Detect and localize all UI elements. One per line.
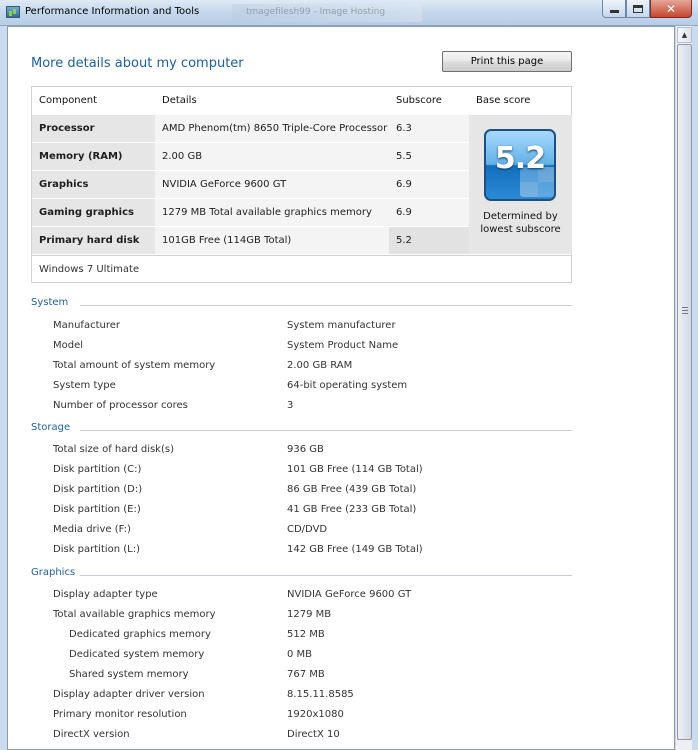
scroll-up-arrow-icon[interactable]: ▲ (677, 27, 692, 43)
property-value: CD/DVD (287, 524, 328, 535)
component-subscore: 6.3 (389, 115, 469, 142)
property-value: NVIDIA GeForce 9600 GT (287, 589, 412, 600)
property-label: Total available graphics memory (53, 609, 216, 620)
property-value: 86 GB Free (439 GB Total) (287, 484, 417, 495)
property-value: 1279 MB (287, 609, 332, 620)
property-label: Display adapter driver version (53, 689, 205, 700)
base-caption-line-1: Determined by (483, 211, 558, 222)
base-caption-line-2: lowest subscore (480, 224, 561, 235)
component-name: Gaming graphics (32, 199, 155, 226)
maximize-icon (633, 4, 643, 13)
column-header-component: Component (39, 95, 98, 106)
property-value: 767 MB (287, 669, 325, 680)
property-label: Total amount of system memory (53, 360, 216, 371)
property-label: Total size of hard disk(s) (53, 444, 174, 455)
section-title-storage: Storage (31, 422, 71, 433)
property-value: 101 GB Free (114 GB Total) (287, 464, 423, 475)
windows-experience-index-badge: 5.2 (484, 129, 556, 201)
component-name: Graphics (32, 171, 155, 198)
component-subscore: 5.5 (389, 143, 469, 170)
property-label: DirectX version (53, 729, 130, 740)
column-header-base-score: Base score (476, 95, 531, 106)
window-titlebar[interactable]: Performance Information and Tools tmagef… (0, 0, 698, 26)
property-label: Model (53, 340, 84, 351)
property-label: Manufacturer (53, 320, 120, 331)
component-details: 101GB Free (114GB Total) (155, 227, 389, 254)
performance-app-icon (6, 6, 20, 18)
background-window-ghost: tmagefilesh99 - Image Hosting (232, 4, 422, 22)
scrollbar-grip-icon (682, 307, 688, 314)
component-subscore: 6.9 (389, 199, 469, 226)
component-details: 1279 MB Total available graphics memory (155, 199, 389, 226)
property-value: System Product Name (287, 340, 399, 351)
property-value: 512 MB (287, 629, 325, 640)
os-edition: Windows 7 Ultimate (32, 255, 571, 283)
component-name: Memory (RAM) (32, 143, 155, 170)
vertical-scrollbar[interactable]: ▲ (675, 26, 692, 750)
property-label: Shared system memory (69, 669, 189, 680)
property-label: System type (53, 380, 116, 391)
section-title-graphics: Graphics (31, 567, 76, 578)
background-window-label: tmagefilesh99 - Image Hosting (246, 7, 386, 17)
property-value: 2.00 GB RAM (287, 360, 353, 371)
property-label: Disk partition (L:) (53, 544, 141, 555)
component-name: Primary hard disk (32, 227, 155, 254)
property-value: 0 MB (287, 649, 313, 660)
score-row-memory: Memory (RAM) 2.00 GB 5.5 (32, 143, 489, 171)
base-score-caption: Determined by lowest subscore (469, 210, 572, 236)
property-label: Media drive (F:) (53, 524, 131, 535)
property-value: 64-bit operating system (287, 380, 408, 391)
property-label: Number of processor cores (53, 400, 188, 411)
minimize-button[interactable] (602, 0, 626, 18)
content-pane: More details about my computer Print thi… (7, 26, 675, 750)
component-details: 2.00 GB (155, 143, 389, 170)
section-divider (80, 305, 572, 306)
component-name: Processor (32, 115, 155, 142)
property-value: 41 GB Free (233 GB Total) (287, 504, 417, 515)
property-label: Dedicated graphics memory (69, 629, 211, 640)
window-title: Performance Information and Tools (25, 6, 200, 17)
base-score-value: 5.2 (494, 141, 546, 176)
score-table: Component Details Subscore Base score Pr… (31, 86, 572, 283)
column-header-subscore: Subscore (396, 95, 442, 106)
property-value: System manufacturer (287, 320, 396, 331)
base-score-panel: 5.2 Determined by lowest subscore (469, 115, 572, 254)
score-row-gaming-graphics: Gaming graphics 1279 MB Total available … (32, 199, 489, 227)
section-title-system: System (31, 297, 69, 308)
property-label: Primary monitor resolution (53, 709, 187, 720)
score-row-graphics: Graphics NVIDIA GeForce 9600 GT 6.9 (32, 171, 489, 199)
component-details: AMD Phenom(tm) 8650 Triple-Core Processo… (155, 115, 389, 142)
property-value: 3 (287, 400, 294, 411)
close-button[interactable]: ✕ (650, 0, 692, 18)
page-title: More details about my computer (31, 56, 244, 71)
property-label: Display adapter type (53, 589, 158, 600)
property-value: 8.15.11.8585 (287, 689, 354, 700)
close-icon: ✕ (665, 1, 677, 16)
section-divider (80, 430, 572, 431)
property-label: Disk partition (C:) (53, 464, 142, 475)
property-label: Disk partition (D:) (53, 484, 143, 495)
score-row-processor: Processor AMD Phenom(tm) 8650 Triple-Cor… (32, 115, 489, 143)
scrollbar-thumb[interactable] (677, 44, 692, 740)
print-button[interactable]: Print this page (442, 51, 572, 72)
component-subscore: 5.2 (389, 227, 469, 254)
component-details: NVIDIA GeForce 9600 GT (155, 171, 389, 198)
property-value: 1920x1080 (287, 709, 344, 720)
maximize-button[interactable] (626, 0, 650, 18)
component-subscore: 6.9 (389, 171, 469, 198)
column-header-details: Details (162, 95, 197, 106)
property-value: 142 GB Free (149 GB Total) (287, 544, 423, 555)
property-value: 936 GB (287, 444, 324, 455)
property-label: Dedicated system memory (69, 649, 205, 660)
property-value: DirectX 10 (287, 729, 340, 740)
score-row-primary-hard-disk: Primary hard disk 101GB Free (114GB Tota… (32, 227, 489, 255)
property-label: Disk partition (E:) (53, 504, 141, 515)
section-divider (80, 575, 572, 576)
minimize-icon (609, 10, 619, 13)
